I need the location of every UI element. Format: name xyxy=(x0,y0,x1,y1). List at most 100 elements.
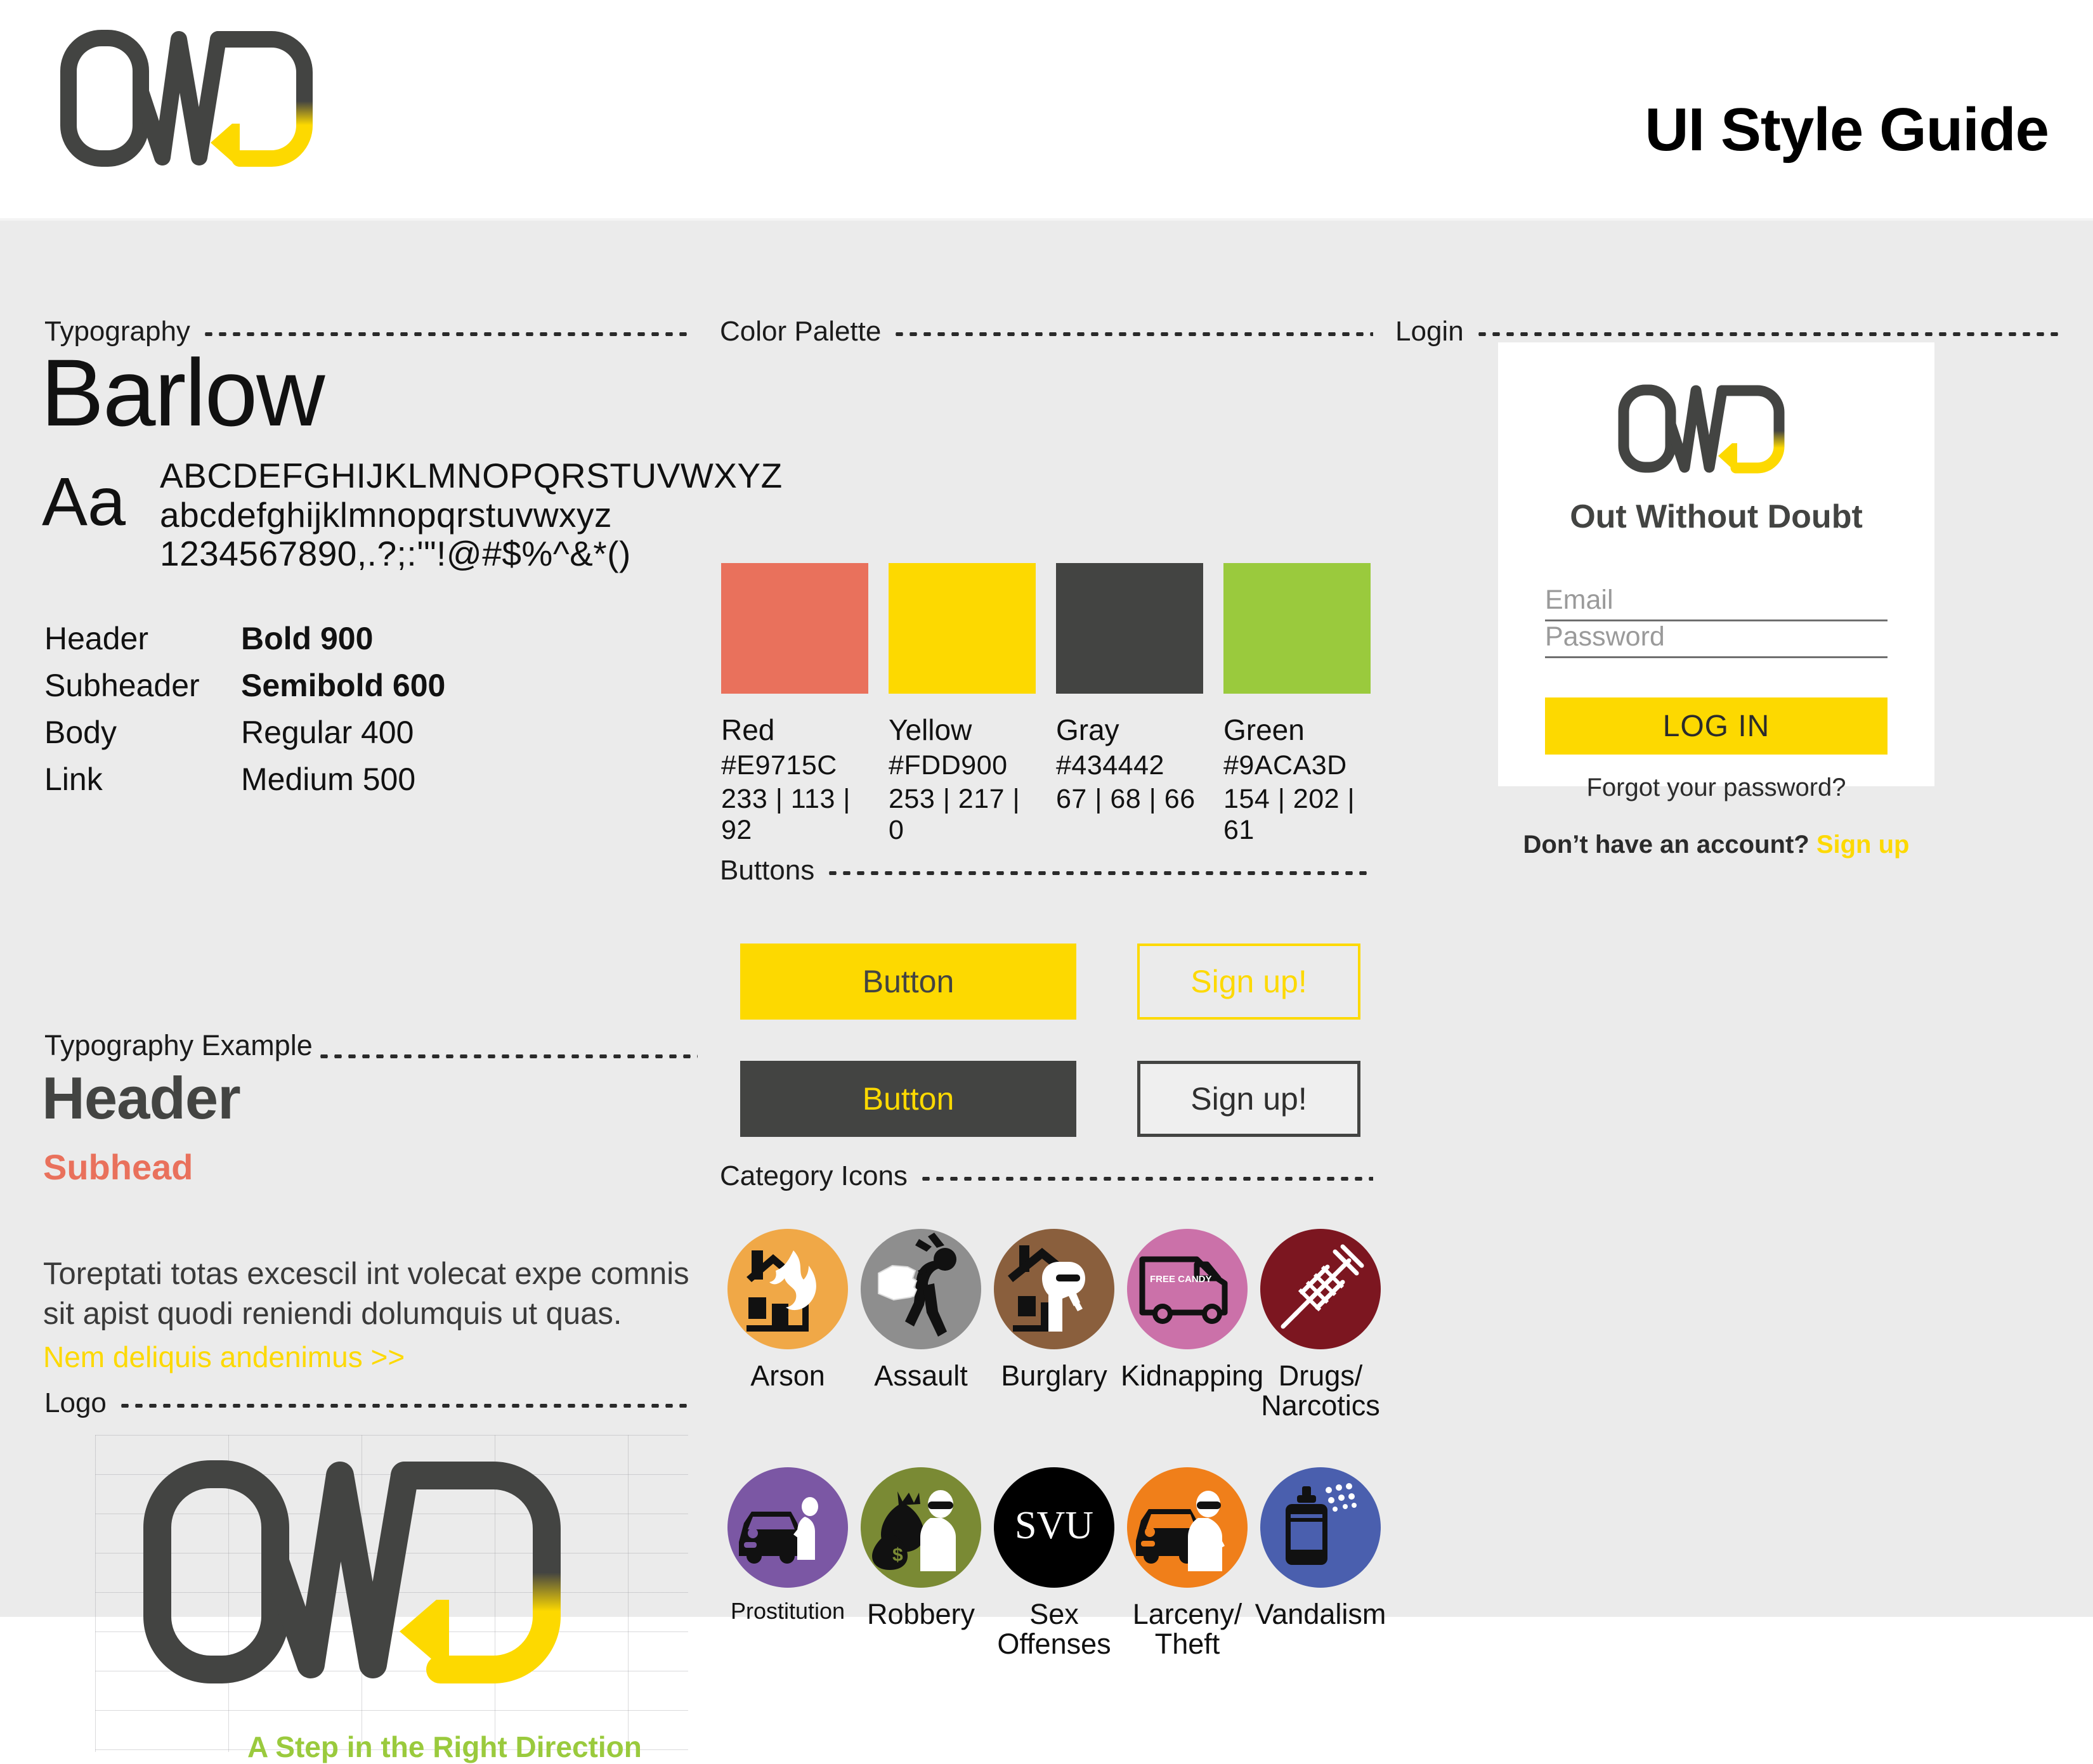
owd-logo-large-icon xyxy=(143,1460,561,1683)
character-set: ABCDEFGHIJKLMNOPQRSTUVWXYZ abcdefghijklm… xyxy=(160,456,783,574)
password-placeholder: Password xyxy=(1545,621,1665,652)
category-arson[interactable]: Arson xyxy=(721,1229,854,1391)
logo-construction-grid xyxy=(95,1435,688,1752)
section-heading-logo: Logo xyxy=(44,1387,692,1419)
page-header: UI Style Guide xyxy=(0,0,2093,218)
page-title: UI Style Guide xyxy=(1645,96,2049,164)
money-bag-robber-icon: $ xyxy=(861,1467,981,1588)
table-row: Body Regular 400 xyxy=(44,714,501,751)
swatch-hex: #9ACA3D xyxy=(1223,750,1347,781)
login-card: Out Without Doubt Email Password LOG IN … xyxy=(1498,342,1934,859)
leader-dots xyxy=(1475,324,2059,340)
category-vandalism[interactable]: Vandalism xyxy=(1254,1467,1387,1629)
section-heading-buttons: Buttons xyxy=(720,855,1373,886)
weight-scale-table: Header Bold 900 Subheader Semibold 600 B… xyxy=(44,620,501,808)
swatch-name: Gray xyxy=(1056,713,1119,746)
section-label: Color Palette xyxy=(720,316,882,347)
swatch-yellow: Yellow #FDD900 253 | 217 | 0 xyxy=(889,563,1036,846)
spray-can-icon xyxy=(1260,1467,1381,1588)
category-label: Prostitution xyxy=(730,1598,845,1624)
weight-value: Medium 500 xyxy=(241,762,416,797)
van-text: FREE CANDY xyxy=(1150,1274,1212,1285)
swatch-hex: #434442 xyxy=(1056,750,1164,781)
candy-van-icon: FREE CANDY xyxy=(1127,1229,1248,1349)
weight-role: Header xyxy=(44,621,148,656)
category-label: Burglary xyxy=(1001,1359,1107,1392)
swatch-chip xyxy=(721,563,868,694)
category-label: Robbery xyxy=(866,1598,975,1630)
section-heading-category-icons: Category Icons xyxy=(720,1160,1374,1192)
weight-value: Bold 900 xyxy=(241,621,374,656)
category-label: Assault xyxy=(874,1359,968,1392)
section-label: Category Icons xyxy=(720,1160,908,1191)
email-placeholder: Email xyxy=(1545,585,1614,615)
swatch-rgb: 253 | 217 | 0 xyxy=(889,784,1020,845)
numerals-row: 1234567890,.?;:'"!@#$%^&*() xyxy=(160,534,631,574)
swatch-chip xyxy=(1223,563,1371,694)
leader-dots xyxy=(892,324,1373,340)
signup-outline-button[interactable]: Sign up! xyxy=(1137,944,1360,1020)
password-field[interactable]: Password xyxy=(1545,621,1888,658)
lowercase-row: abcdefghijklmnopqrstuvwxyz xyxy=(160,495,613,535)
uppercase-row: ABCDEFGHIJKLMNOPQRSTUVWXYZ xyxy=(160,456,783,495)
swatch-name: Yellow xyxy=(889,713,972,746)
punch-person-icon xyxy=(861,1229,981,1349)
forgot-password-link[interactable]: Forgot your password? xyxy=(1498,774,1934,802)
table-row: Link Medium 500 xyxy=(44,761,501,798)
brand-name: Out Without Doubt xyxy=(1570,498,1863,535)
signup-dark-outline-button[interactable]: Sign up! xyxy=(1137,1061,1360,1137)
logo-tagline: A Step in the Right Direction xyxy=(247,1730,642,1763)
category-label: Sex Offenses xyxy=(997,1598,1111,1661)
example-subhead: Subhead xyxy=(43,1147,193,1187)
owd-logo-card-icon xyxy=(1618,384,1785,474)
section-label: Login xyxy=(1395,316,1464,347)
weight-role: Link xyxy=(44,762,103,797)
swatch-name: Red xyxy=(721,713,775,746)
swatch-gray: Gray #434442 67 | 68 | 66 xyxy=(1056,563,1203,815)
swatch-name: Green xyxy=(1223,713,1305,746)
section-label: Logo xyxy=(44,1387,107,1418)
weight-value: Regular 400 xyxy=(241,715,414,750)
weight-value: Semibold 600 xyxy=(241,668,446,703)
category-sex-offenses[interactable]: SVU Sex Offenses xyxy=(988,1467,1121,1659)
svu-label: SVU xyxy=(1015,1504,1093,1547)
signup-prompt-text: Don’t have an account? xyxy=(1523,831,1809,859)
dark-button[interactable]: Button xyxy=(740,1061,1076,1137)
owd-logo-icon xyxy=(60,30,313,167)
section-label: Buttons xyxy=(720,855,815,886)
category-robbery[interactable]: $ Robbery xyxy=(854,1467,988,1629)
category-larceny-theft[interactable]: Larceny/ Theft xyxy=(1121,1467,1254,1659)
swatch-chip xyxy=(889,563,1036,694)
weight-role: Body xyxy=(44,715,117,750)
category-label: Drugs/ Narcotics xyxy=(1261,1359,1380,1422)
swatch-chip xyxy=(1056,563,1203,694)
example-body-text: Toreptati totas excescil int volecat exp… xyxy=(43,1257,689,1331)
swatch-rgb: 67 | 68 | 66 xyxy=(1056,784,1196,814)
category-prostitution[interactable]: Prostitution xyxy=(721,1467,854,1623)
section-heading-color-palette: Color Palette xyxy=(720,316,1373,347)
svg-text:$: $ xyxy=(892,1545,903,1566)
svu-text-icon: SVU xyxy=(994,1467,1114,1588)
login-button[interactable]: LOG IN xyxy=(1545,697,1888,755)
category-burglary[interactable]: Burglary xyxy=(988,1229,1121,1391)
car-theft-icon xyxy=(1127,1467,1248,1588)
category-drugs-narcotics[interactable]: Drugs/ Narcotics xyxy=(1254,1229,1387,1421)
swatch-hex: #E9715C xyxy=(721,750,837,781)
aa-specimen: Aa xyxy=(42,463,126,540)
house-burglar-icon xyxy=(994,1229,1114,1349)
swatch-rgb: 233 | 113 | 92 xyxy=(721,784,851,845)
signup-prompt: Don’t have an account? Sign up xyxy=(1498,831,1934,859)
category-assault[interactable]: Assault xyxy=(854,1229,988,1391)
table-row: Subheader Semibold 600 xyxy=(44,667,501,704)
email-field[interactable]: Email xyxy=(1545,585,1888,621)
syringe-icon xyxy=(1260,1229,1381,1349)
primary-button[interactable]: Button xyxy=(740,944,1076,1020)
swatch-green: Green #9ACA3D 154 | 202 | 61 xyxy=(1223,563,1371,846)
signup-link[interactable]: Sign up xyxy=(1816,831,1910,859)
category-kidnapping[interactable]: FREE CANDY Kidnapping xyxy=(1121,1229,1264,1392)
style-guide-body: Typography Logo Color Palette Buttons Ca… xyxy=(0,221,2093,1763)
car-solicitation-icon xyxy=(727,1467,848,1588)
category-label: Vandalism xyxy=(1255,1598,1386,1630)
example-link[interactable]: Nem deliquis andenimus >> xyxy=(43,1340,405,1374)
category-label: Kidnapping xyxy=(1121,1359,1264,1392)
